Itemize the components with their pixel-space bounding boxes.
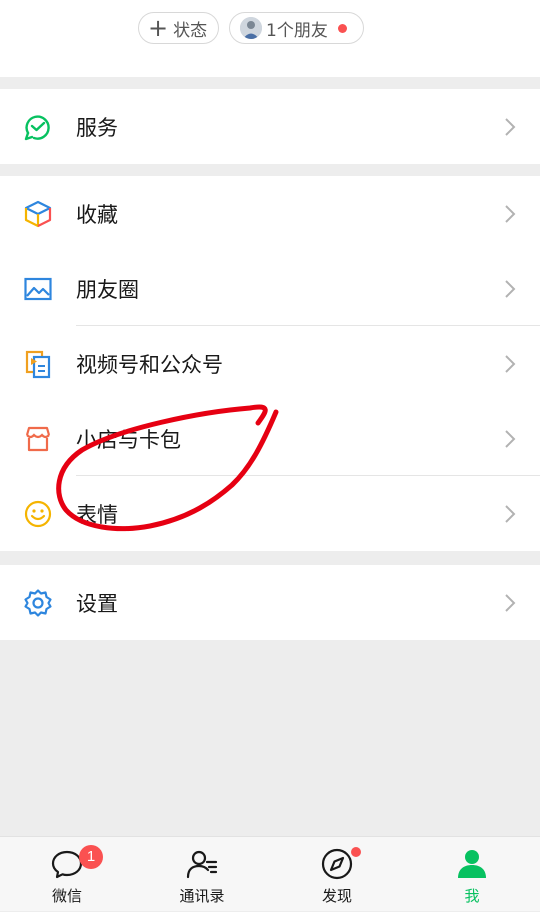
new-status-dot (337, 23, 347, 33)
tab-contacts[interactable]: 通讯录 (152, 837, 252, 912)
shop-icon (25, 426, 51, 451)
smiley-face-icon (24, 500, 52, 527)
tab-label-discover: 发现 (321, 887, 352, 905)
chevron-right-icon (505, 504, 516, 523)
discover-new-dot (351, 847, 361, 857)
compass-icon (321, 848, 353, 880)
menu-label-channels: 视频号和公众号 (76, 352, 223, 377)
unread-badge: 1 (79, 845, 103, 869)
tab-label-contacts: 通讯录 (179, 887, 225, 905)
menu-label-moments: 朋友圈 (76, 277, 139, 302)
chevron-right-icon (505, 354, 516, 373)
status-area: + 状态 1个朋友 (0, 0, 540, 77)
menu-item-favorites[interactable]: 收藏 (0, 176, 540, 251)
moments-image-icon (24, 277, 52, 300)
menu-label-stickers: 表情 (76, 502, 118, 527)
friends-status-button[interactable]: 1个朋友 (229, 12, 364, 44)
menu-group-settings: 设置 (0, 565, 540, 640)
menu-item-channels[interactable]: 视频号和公众号 (0, 326, 540, 401)
chevron-right-icon (505, 279, 516, 298)
status-label: 状态 (173, 20, 208, 41)
bottom-tab-bar: 1 微信 通讯录 发现 我 (0, 836, 540, 911)
add-status-button[interactable]: + 状态 (138, 12, 219, 44)
tab-label-me: 我 (464, 887, 480, 905)
tab-me[interactable]: 我 (422, 837, 522, 912)
menu-label-settings: 设置 (76, 591, 118, 616)
menu-item-stickers[interactable]: 表情 (0, 476, 540, 551)
menu-item-services[interactable]: 服务 (0, 89, 540, 164)
tab-label-chats: 微信 (51, 887, 82, 905)
menu-group-main: 收藏 朋友圈 视频号和公众号 小店与卡包 表情 (0, 176, 540, 551)
menu-item-moments[interactable]: 朋友圈 (0, 251, 540, 326)
menu-group-services: 服务 (0, 89, 540, 164)
chevron-right-icon (505, 117, 516, 136)
contacts-icon (186, 850, 218, 879)
chevron-right-icon (505, 204, 516, 223)
chevron-right-icon (505, 593, 516, 612)
menu-label-services: 服务 (76, 115, 118, 140)
channels-icon (25, 350, 51, 378)
tab-chats[interactable]: 1 微信 (17, 837, 117, 912)
menu-item-settings[interactable]: 设置 (0, 565, 540, 640)
chevron-right-icon (505, 429, 516, 448)
services-icon (24, 114, 50, 140)
friend-avatar (240, 17, 262, 39)
gear-icon (24, 588, 52, 617)
favorites-cube-icon (24, 200, 52, 227)
person-icon (458, 850, 486, 878)
tab-discover[interactable]: 发现 (287, 837, 387, 912)
menu-label-favorites: 收藏 (76, 202, 118, 227)
plus-icon: + (148, 14, 169, 42)
menu-label-shop-cards: 小店与卡包 (76, 427, 181, 452)
menu-item-shop-cards[interactable]: 小店与卡包 (0, 401, 540, 476)
friends-label: 1个朋友 (266, 20, 328, 41)
